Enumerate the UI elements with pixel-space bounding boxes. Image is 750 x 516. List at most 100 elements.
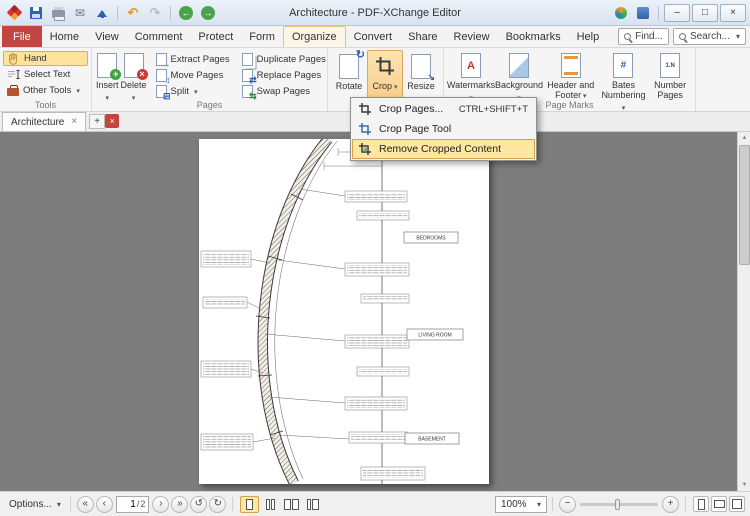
duplicate-pages-button[interactable]: Duplicate Pages bbox=[238, 52, 330, 67]
menu-item-crop-page-tool[interactable]: Crop Page Tool bbox=[352, 119, 535, 139]
grid-icon bbox=[637, 7, 649, 19]
print-button[interactable] bbox=[48, 3, 68, 23]
launch-application-button[interactable] bbox=[611, 3, 631, 23]
redo-button[interactable]: ↷ bbox=[145, 3, 165, 23]
resize-button[interactable]: ↘ Resize bbox=[403, 50, 439, 100]
tab-home[interactable]: Home bbox=[42, 26, 87, 47]
next-page-button[interactable]: › bbox=[152, 496, 169, 513]
fit-page-button[interactable] bbox=[693, 496, 709, 512]
tab-form[interactable]: Form bbox=[241, 26, 283, 47]
previous-view-button[interactable]: ← bbox=[176, 3, 196, 23]
other-tools-button[interactable]: Other Tools bbox=[3, 83, 88, 98]
menu-item-remove-cropped-content[interactable]: Remove Cropped Content bbox=[352, 139, 535, 159]
bates-numbering-button[interactable]: # Bates Numbering bbox=[599, 50, 649, 100]
email-button[interactable]: ✉ bbox=[70, 3, 90, 23]
fullscreen-icon bbox=[732, 499, 742, 509]
zoom-level-combo[interactable]: 100% bbox=[495, 496, 547, 513]
two-page-continuous-layout-button[interactable] bbox=[303, 496, 322, 513]
page-number-box[interactable]: / 2 bbox=[116, 496, 150, 513]
last-page-button[interactable]: » bbox=[171, 496, 188, 513]
select-text-button[interactable]: Select Text bbox=[3, 67, 88, 82]
tab-bookmarks[interactable]: Bookmarks bbox=[498, 26, 569, 47]
statusbar: Options... « ‹ / 2 › » ↺ ↻ 100% − + bbox=[0, 491, 750, 516]
page-total: 2 bbox=[140, 499, 145, 509]
switch-ui-button[interactable] bbox=[633, 3, 653, 23]
continuous-icon bbox=[266, 499, 270, 510]
close-button[interactable]: × bbox=[720, 4, 746, 22]
next-view-button[interactable]: → bbox=[198, 3, 218, 23]
move-pages-button[interactable]: ↕ Move Pages bbox=[152, 68, 234, 83]
tab-help[interactable]: Help bbox=[569, 26, 608, 47]
next-view-history-button[interactable]: ↻ bbox=[209, 496, 226, 513]
background-button[interactable]: Background bbox=[495, 50, 543, 100]
insert-pages-button[interactable]: + Insert bbox=[95, 50, 120, 100]
fit-width-icon bbox=[714, 500, 725, 508]
fullscreen-button[interactable] bbox=[729, 496, 745, 512]
select-text-label: Select Text bbox=[24, 69, 70, 80]
crop-button[interactable]: Crop bbox=[367, 50, 403, 100]
undo-button[interactable]: ↶ bbox=[123, 3, 143, 23]
replace-pages-button[interactable]: ⇄ Replace Pages bbox=[238, 68, 330, 83]
split-button[interactable]: ⊟ Split bbox=[152, 84, 234, 99]
background-icon bbox=[509, 53, 529, 78]
vertical-scrollbar[interactable] bbox=[737, 132, 750, 491]
options-button[interactable]: Options... bbox=[5, 499, 65, 510]
separator bbox=[552, 497, 553, 511]
crop-pages-label: Crop Pages... bbox=[379, 103, 443, 115]
tab-view[interactable]: View bbox=[87, 26, 127, 47]
scrollbar-thumb[interactable] bbox=[739, 145, 750, 265]
tab-comment[interactable]: Comment bbox=[127, 26, 191, 47]
move-pages-label: Move Pages bbox=[171, 70, 224, 81]
hand-tool-button[interactable]: Hand bbox=[3, 51, 88, 66]
close-document-pane-button[interactable]: × bbox=[105, 114, 119, 128]
zoom-level-value: 100% bbox=[501, 499, 527, 510]
separator bbox=[117, 6, 118, 20]
new-document-tab-button[interactable]: + bbox=[89, 114, 105, 129]
export-button[interactable] bbox=[92, 3, 112, 23]
rotate-label: Rotate bbox=[336, 81, 363, 91]
previous-view-history-button[interactable]: ↺ bbox=[190, 496, 207, 513]
export-icon bbox=[96, 7, 108, 19]
zoom-out-button[interactable]: − bbox=[559, 496, 576, 513]
tab-organize[interactable]: Organize bbox=[283, 26, 346, 47]
zoom-in-button[interactable]: + bbox=[662, 496, 679, 513]
minimize-button[interactable]: – bbox=[664, 4, 690, 22]
header-footer-button[interactable]: Header and Footer bbox=[543, 50, 599, 100]
tab-file[interactable]: File bbox=[2, 26, 42, 47]
tab-share[interactable]: Share bbox=[400, 26, 445, 47]
fit-width-button[interactable] bbox=[711, 496, 727, 512]
delete-pages-button[interactable]: × Delete bbox=[120, 50, 148, 100]
first-page-button[interactable]: « bbox=[77, 496, 94, 513]
zoom-slider[interactable] bbox=[580, 496, 658, 513]
page-separator: / bbox=[137, 499, 140, 509]
zoom-slider-thumb[interactable] bbox=[615, 499, 620, 510]
continuous-layout-button[interactable] bbox=[261, 496, 280, 513]
two-page-layout-button[interactable] bbox=[282, 496, 301, 513]
previous-page-button[interactable]: ‹ bbox=[96, 496, 113, 513]
menu-item-crop-pages[interactable]: Crop Pages... CTRL+SHIFT+T bbox=[352, 99, 535, 119]
extract-pages-icon: → bbox=[156, 53, 167, 66]
single-page-layout-button[interactable] bbox=[240, 496, 259, 513]
find-box[interactable]: Find... bbox=[618, 28, 669, 45]
maximize-button[interactable]: □ bbox=[692, 4, 718, 22]
chevron-down-icon bbox=[535, 499, 541, 510]
document-tab-architecture[interactable]: Architecture × bbox=[2, 112, 86, 131]
page-number-input[interactable] bbox=[120, 499, 136, 510]
swap-pages-icon: ⇆ bbox=[242, 85, 253, 98]
scroll-up-icon[interactable] bbox=[738, 132, 750, 144]
save-button[interactable] bbox=[26, 3, 46, 23]
scroll-down-icon[interactable] bbox=[738, 479, 750, 491]
search-box[interactable]: Search... bbox=[673, 28, 746, 45]
tab-review[interactable]: Review bbox=[445, 26, 497, 47]
rotate-button[interactable]: ↻ Rotate bbox=[331, 50, 367, 100]
tab-protect[interactable]: Protect bbox=[190, 26, 241, 47]
close-tab-icon[interactable]: × bbox=[71, 117, 77, 127]
resize-label: Resize bbox=[407, 81, 435, 91]
separator bbox=[685, 497, 686, 511]
watermarks-button[interactable]: A Watermarks bbox=[447, 50, 495, 100]
extract-pages-button[interactable]: → Extract Pages bbox=[152, 52, 234, 67]
swap-pages-button[interactable]: ⇆ Swap Pages bbox=[238, 84, 330, 99]
tab-convert[interactable]: Convert bbox=[346, 26, 401, 47]
continuous-icon bbox=[271, 499, 275, 510]
number-pages-button[interactable]: 1.N Number Pages bbox=[648, 50, 692, 100]
